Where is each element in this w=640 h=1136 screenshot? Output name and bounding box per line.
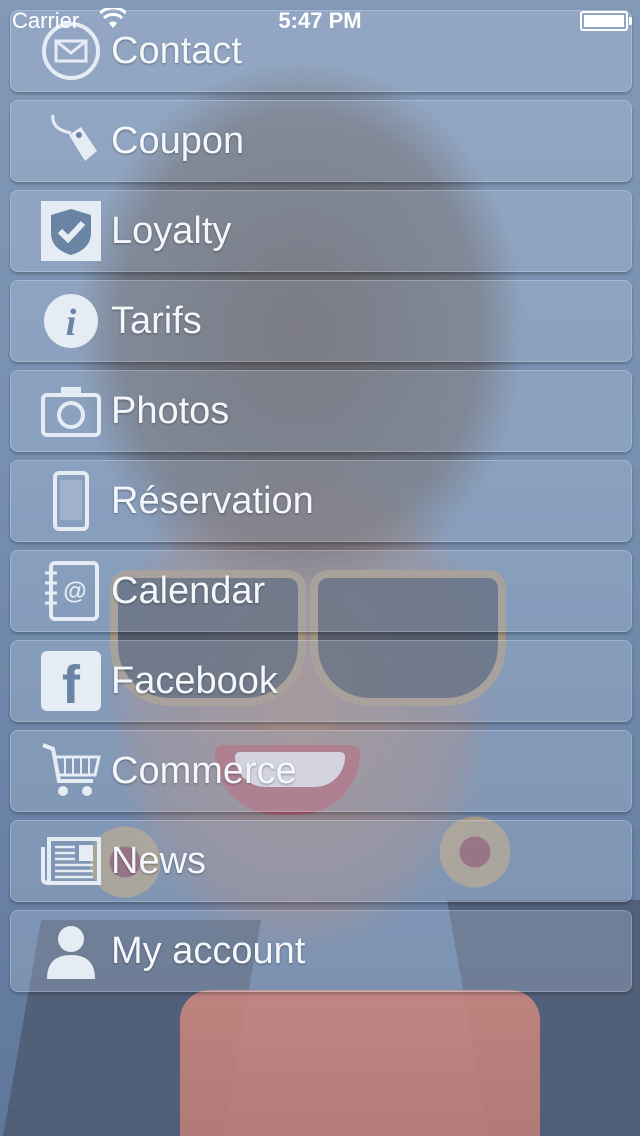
svg-text:@: @	[63, 578, 86, 605]
menu-item-facebook[interactable]: f Facebook	[10, 640, 632, 722]
facebook-icon: f	[41, 651, 101, 711]
menu-item-commerce[interactable]: Commerce	[10, 730, 632, 812]
clock: 5:47 PM	[278, 8, 362, 33]
address-book-icon: @	[45, 561, 99, 621]
menu-item-reservation[interactable]: Réservation	[10, 460, 632, 542]
status-bar: Carrier 5:47 PM	[0, 0, 640, 40]
svg-text:i: i	[66, 302, 77, 344]
info-icon: i	[44, 294, 98, 348]
menu-item-label: My account	[111, 930, 306, 972]
menu-item-label: Tarifs	[111, 300, 202, 342]
menu-item-loyalty[interactable]: Loyalty	[10, 190, 632, 272]
menu-item-my-account[interactable]: My account	[10, 910, 632, 992]
menu-item-label: Coupon	[111, 120, 245, 162]
menu-item-label: Photos	[111, 390, 230, 432]
menu-item-calendar[interactable]: @ Calendar	[10, 550, 632, 632]
phone-icon	[53, 471, 89, 531]
battery-icon	[580, 11, 632, 31]
user-icon	[47, 926, 95, 979]
menu-item-news[interactable]: News	[10, 820, 632, 902]
cart-icon	[42, 743, 101, 796]
newspaper-icon	[41, 837, 101, 885]
menu-item-label: Facebook	[111, 660, 278, 702]
svg-text:f: f	[62, 655, 81, 711]
camera-icon	[41, 387, 101, 437]
menu-item-coupon[interactable]: Coupon	[10, 100, 632, 182]
menu-item-label: Calendar	[111, 570, 266, 612]
tag-icon	[51, 114, 97, 161]
menu-item-label: Loyalty	[111, 210, 232, 252]
menu-item-photos[interactable]: Photos	[10, 370, 632, 452]
menu-item-label: Réservation	[111, 480, 314, 522]
shield-check-icon	[41, 201, 101, 261]
menu-item-label: News	[111, 840, 207, 882]
menu-item-tarifs[interactable]: i Tarifs	[10, 280, 632, 362]
menu-item-label: Commerce	[111, 750, 297, 792]
